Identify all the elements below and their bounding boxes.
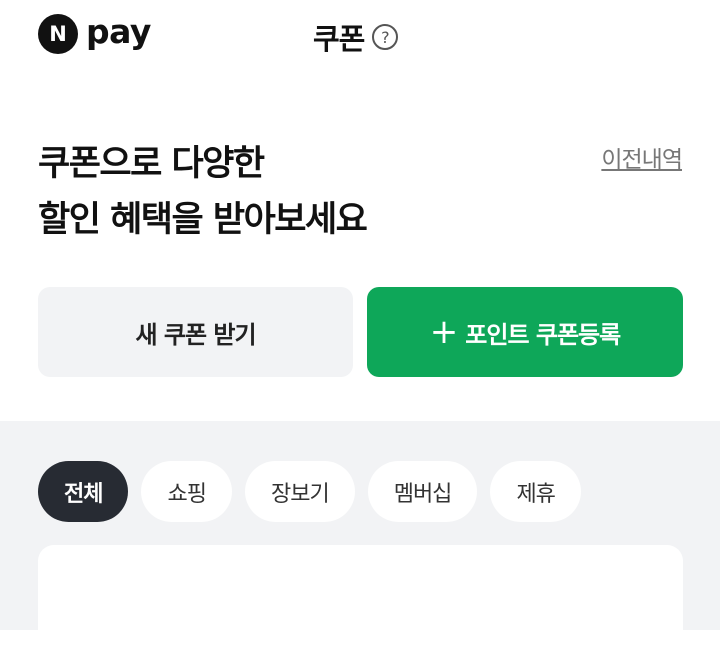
- page-title: 쿠폰: [313, 22, 365, 56]
- logo-n-badge: N: [38, 14, 78, 54]
- category-tabs: 전체 쇼핑 장보기 멤버십 제휴: [38, 461, 594, 522]
- history-link[interactable]: 이전내역: [601, 140, 683, 174]
- tab-partnership[interactable]: 제휴: [490, 461, 581, 522]
- top-header: N pay 쿠폰 ?: [0, 0, 720, 70]
- get-new-coupon-button[interactable]: 새 쿠폰 받기: [38, 287, 353, 377]
- get-new-coupon-label: 새 쿠폰 받기: [135, 320, 256, 349]
- tab-shopping[interactable]: 쇼핑: [141, 461, 232, 522]
- tab-groceries[interactable]: 장보기: [244, 461, 355, 522]
- coupon-list-section: 전체 쇼핑 장보기 멤버십 제휴: [0, 421, 720, 665]
- register-point-coupon-label: 포인트 쿠폰등록: [465, 320, 621, 349]
- logo-text: pay: [86, 12, 151, 51]
- plus-icon: +: [429, 312, 458, 352]
- hero-headline: 쿠폰으로 다양한 할인 혜택을 받아보세요: [38, 136, 368, 248]
- tab-all[interactable]: 전체: [38, 461, 129, 522]
- title-group: 쿠폰 ?: [313, 16, 399, 58]
- tab-membership[interactable]: 멤버십: [367, 461, 478, 522]
- npay-logo[interactable]: N pay: [38, 12, 151, 56]
- help-icon[interactable]: ?: [372, 24, 399, 50]
- coupon-card: [38, 545, 683, 665]
- headline-line-1: 쿠폰으로 다양한: [38, 144, 265, 184]
- headline-line-2: 할인 혜택을 받아보세요: [38, 200, 368, 240]
- register-point-coupon-button[interactable]: + 포인트 쿠폰등록: [367, 287, 683, 377]
